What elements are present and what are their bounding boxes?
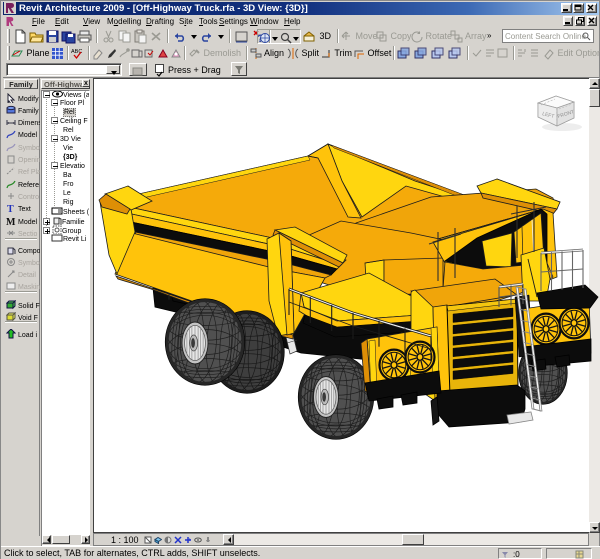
svg-text:M: M	[6, 217, 16, 226]
svg-text:T: T	[7, 204, 14, 213]
